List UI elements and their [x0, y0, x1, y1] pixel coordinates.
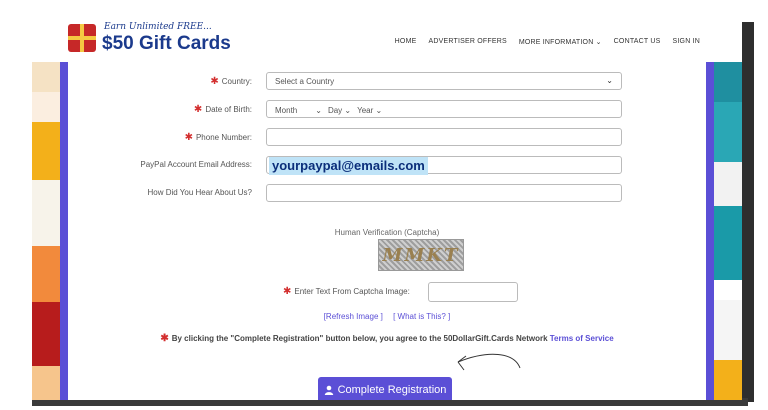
complete-registration-button[interactable]: Complete Registration [318, 377, 452, 400]
page: Earn Unlimited FREE... $50 Gift Cards HO… [32, 18, 742, 400]
page-shadow-right [740, 22, 754, 402]
dob-month-select[interactable]: Month ⌄ [275, 106, 322, 115]
chevron-down-icon: ⌄ [606, 76, 613, 85]
nav-contact-us[interactable]: CONTACT US [614, 38, 661, 46]
chevron-down-icon: ⌄ [315, 105, 322, 115]
phone-input[interactable] [266, 128, 622, 146]
left-decor-strip [32, 62, 60, 400]
country-select[interactable]: Select a Country ⌄ [266, 72, 622, 90]
paypal-row: PayPal Account Email Address: yourpaypal… [68, 156, 706, 176]
paypal-label: PayPal Account Email Address: [140, 160, 252, 169]
dob-label: ✱ Date of Birth: [193, 104, 252, 115]
captcha-links: [Refresh Image ] [ What is This? ] [68, 312, 706, 321]
nav-home[interactable]: HOME [395, 38, 417, 46]
registration-form: ✱ Country: Select a Country ⌄ ✱ Date of Bi… [68, 62, 706, 400]
nav-sign-in[interactable]: SIGN IN [673, 38, 700, 46]
left-accent-bar [60, 62, 68, 400]
captcha-input-row: ✱ Enter Text From Captcha Image: [68, 282, 706, 302]
refresh-image-link[interactable]: [Refresh Image ] [324, 312, 383, 321]
hear-row: How Did You Hear About Us? [68, 184, 706, 204]
paypal-email-value: yourpaypal@emails.com [269, 157, 428, 175]
logo-tagline: Earn Unlimited FREE... [104, 22, 212, 32]
hear-label: How Did You Hear About Us? [147, 188, 252, 197]
user-icon [324, 385, 333, 395]
what-is-this-link[interactable]: [ What is This? ] [393, 312, 450, 321]
phone-row: ✱ Phone Number: [68, 128, 706, 148]
dob-day-select[interactable]: Day ⌄ [328, 106, 351, 115]
required-star-icon: ✱ [193, 104, 203, 115]
chevron-down-icon: ⌄ [375, 105, 383, 115]
country-label: ✱ Country: [210, 76, 252, 87]
site-header: Earn Unlimited FREE... $50 Gift Cards HO… [32, 18, 742, 63]
required-star-icon: ✱ [283, 286, 292, 297]
paypal-email-input[interactable]: yourpaypal@emails.com [266, 156, 622, 175]
dob-field: Month ⌄ Day ⌄ Year ⌄ [266, 100, 622, 118]
gift-box-icon [68, 24, 96, 52]
captcha-input-label: ✱ Enter Text From Captcha Image: [283, 286, 410, 297]
chevron-down-icon: ⌄ [344, 105, 352, 115]
site-logo[interactable]: Earn Unlimited FREE... $50 Gift Cards [68, 22, 231, 56]
hand-drawn-arrow-icon [457, 353, 521, 371]
dob-year-select[interactable]: Year ⌄ [357, 106, 382, 115]
captcha-image: MMKT [378, 239, 464, 271]
hear-input[interactable] [266, 184, 622, 202]
terms-notice: ✱ By clicking the "Complete Registration"… [68, 333, 706, 344]
right-decor-strip [714, 62, 742, 400]
nav-advertiser-offers[interactable]: ADVERTISER OFFERS [428, 38, 506, 46]
country-row: ✱ Country: Select a Country ⌄ [68, 72, 706, 92]
main-nav: HOME ADVERTISER OFFERS MORE INFORMATION … [395, 38, 700, 46]
complete-registration-label: Complete Registration [337, 384, 447, 396]
nav-more-information[interactable]: MORE INFORMATION ⌄ [519, 38, 602, 46]
required-star-icon: ✱ [184, 132, 193, 143]
terms-of-service-link[interactable]: Terms of Service [550, 334, 614, 343]
phone-label: ✱ Phone Number: [184, 132, 252, 143]
terms-text: By clicking the "Complete Registration" … [171, 334, 548, 343]
logo-title: $50 Gift Cards [102, 33, 231, 54]
captcha-title: Human Verification (Captcha) [334, 228, 440, 237]
required-star-icon: ✱ [160, 333, 169, 344]
captcha-input[interactable] [428, 282, 518, 302]
dob-row: ✱ Date of Birth: Month ⌄ Day ⌄ Year ⌄ [68, 100, 706, 120]
required-star-icon: ✱ [210, 76, 219, 87]
country-select-value: Select a Country [275, 77, 335, 86]
right-accent-bar [706, 62, 714, 400]
